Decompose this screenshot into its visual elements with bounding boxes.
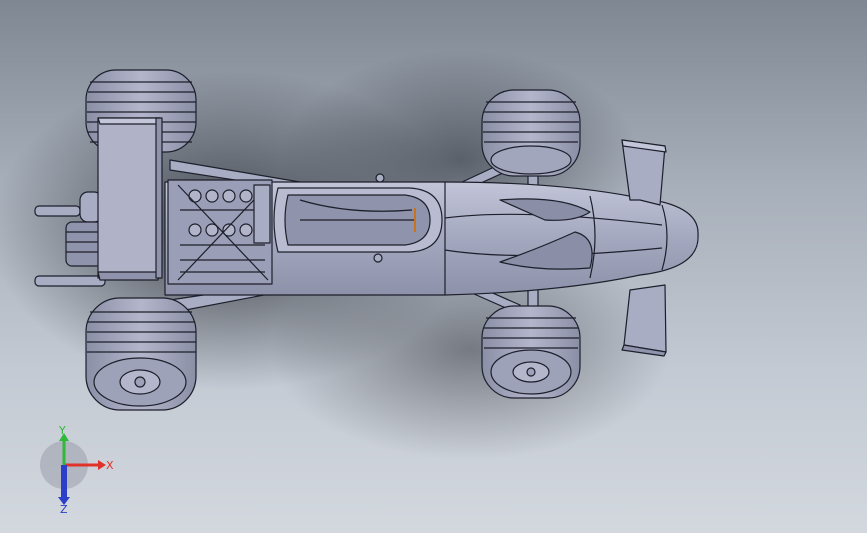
y-axis-label: Y [58, 425, 66, 437]
engine-bay [167, 179, 273, 285]
front-right-tire [481, 305, 581, 399]
front-left-tire [481, 89, 581, 177]
race-car-model[interactable] [0, 0, 867, 533]
graphics-viewport[interactable]: X Y Z [0, 0, 867, 533]
z-axis-label: Z [60, 503, 68, 515]
x-axis-label: X [106, 459, 114, 472]
rear-wing [97, 117, 163, 281]
rear-right-tire [85, 297, 197, 411]
axis-triad: X Y Z [40, 425, 114, 515]
